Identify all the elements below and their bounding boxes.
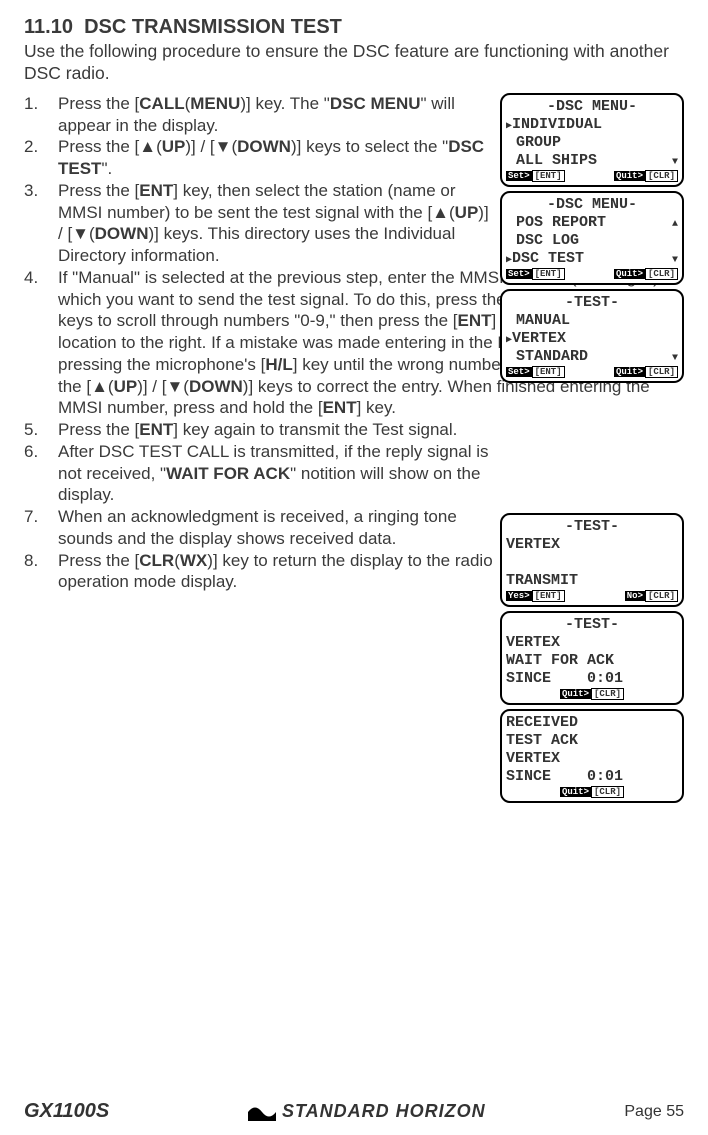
lcd-screen-2: -DSC MENU- POS REPORT DSC LOG DSC TEST S…	[500, 191, 684, 285]
section-heading: 11.10 DSC TRANSMISSION TEST	[24, 16, 684, 39]
down-arrow-icon	[672, 348, 678, 365]
lcd-screen-1: -DSC MENU- INDIVIDUAL GROUP ALL SHIPS Se…	[500, 93, 684, 187]
lcd-title: -DSC MENU-	[506, 98, 678, 116]
lcd-title: -DSC MENU-	[506, 196, 678, 214]
step-number: 3.	[24, 180, 52, 202]
section-intro: Use the following procedure to ensure th…	[24, 41, 684, 85]
down-arrow-icon	[672, 250, 678, 267]
step-6: 6. After DSC TEST CALL is transmitted, i…	[24, 441, 684, 506]
brand-logo: STANDARD HORIZON	[248, 1101, 486, 1122]
lcd-screen-3: -TEST- MANUAL VERTEX STANDARD Set>[ENT] …	[500, 289, 684, 383]
lcd-title: -TEST-	[506, 518, 678, 536]
step-5: 5. Press the [ENT] key again to transmit…	[24, 419, 684, 441]
lcd-title: -TEST-	[506, 616, 678, 634]
lcd-screen-6: RECEIVED TEST ACK VERTEX SINCE 0:01 Quit…	[500, 709, 684, 803]
up-arrow-icon	[672, 214, 678, 231]
step-number: 5.	[24, 419, 52, 441]
model-label: GX1100S	[24, 1100, 109, 1123]
page-number: Page 55	[624, 1103, 684, 1121]
down-arrow-icon	[672, 152, 678, 169]
step-number: 4.	[24, 267, 52, 289]
step-number: 1.	[24, 93, 52, 115]
step-number: 6.	[24, 441, 52, 463]
step-number: 7.	[24, 506, 52, 528]
step-number: 8.	[24, 550, 52, 572]
step-number: 2.	[24, 136, 52, 158]
lcd-screen-5: -TEST- VERTEX WAIT FOR ACK SINCE 0:01 Qu…	[500, 611, 684, 705]
lcd-title: -TEST-	[506, 294, 678, 312]
lcd-screen-4: -TEST- VERTEX TRANSMIT Yes>[ENT] No>[CLR…	[500, 513, 684, 607]
lcd-column-2: -TEST- VERTEX TRANSMIT Yes>[ENT] No>[CLR…	[500, 513, 684, 807]
section-title-text: DSC TRANSMISSION TEST	[84, 16, 342, 38]
lcd-column-1: -DSC MENU- INDIVIDUAL GROUP ALL SHIPS Se…	[500, 93, 684, 387]
section-number: 11.10	[24, 16, 73, 38]
wave-icon	[248, 1103, 276, 1121]
page-footer: GX1100S STANDARD HORIZON Page 55	[24, 1100, 684, 1123]
